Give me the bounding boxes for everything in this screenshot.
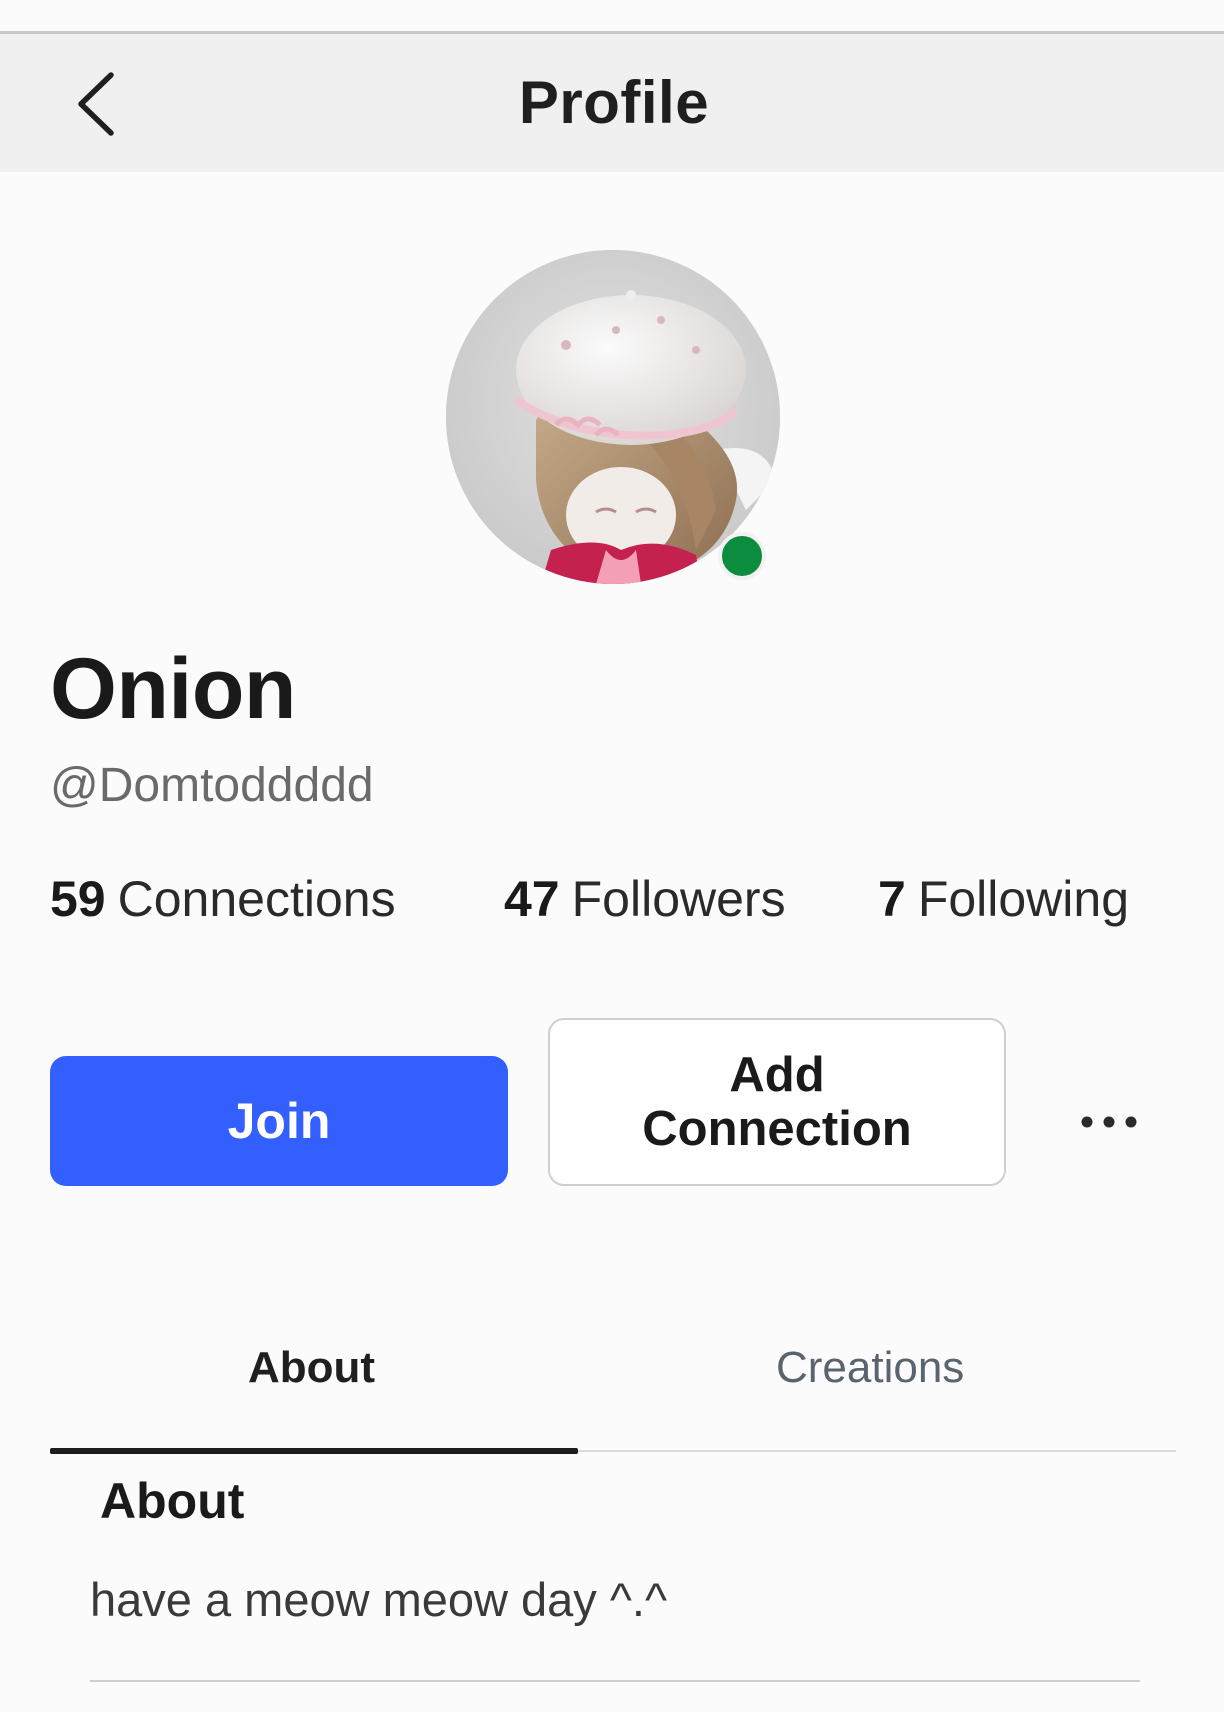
- tab-about[interactable]: About: [248, 1343, 375, 1393]
- connections-stat[interactable]: 59 Connections: [50, 870, 396, 928]
- following-label: Following: [917, 871, 1130, 927]
- username: @Domtoddddd: [50, 759, 374, 812]
- add-connection-label-line2: Connection: [642, 1102, 912, 1156]
- online-status-dot: [718, 532, 766, 580]
- more-horizontal-icon: [1081, 1116, 1137, 1128]
- section-divider: [90, 1680, 1140, 1682]
- connections-label: Connections: [117, 871, 396, 927]
- page-title: Profile: [518, 69, 710, 136]
- followers-stat[interactable]: 47 Followers: [504, 870, 786, 928]
- profile-tabs: About Creations: [50, 1335, 1176, 1455]
- tab-creations[interactable]: Creations: [776, 1343, 964, 1393]
- top-bar: Profile: [0, 34, 1224, 172]
- more-options-button[interactable]: [1074, 1092, 1144, 1152]
- about-heading: About: [100, 1473, 245, 1529]
- join-button[interactable]: Join: [50, 1056, 508, 1186]
- add-connection-button[interactable]: Add Connection: [548, 1018, 1006, 1186]
- following-count: 7: [878, 871, 906, 927]
- following-stat[interactable]: 7 Following: [878, 870, 1129, 928]
- followers-count: 47: [504, 871, 560, 927]
- active-tab-indicator: [50, 1448, 578, 1454]
- profile-stats: 59 Connections 47 Followers 7 Following: [50, 870, 1180, 934]
- about-description: have a meow meow day ^.^: [90, 1573, 668, 1626]
- display-name: Onion: [50, 641, 296, 737]
- followers-label: Followers: [571, 871, 786, 927]
- add-connection-label-line1: Add: [729, 1048, 825, 1102]
- connections-count: 59: [50, 871, 106, 927]
- profile-page: Profile Onion @Domtoddddd 59 Connections…: [0, 0, 1224, 1712]
